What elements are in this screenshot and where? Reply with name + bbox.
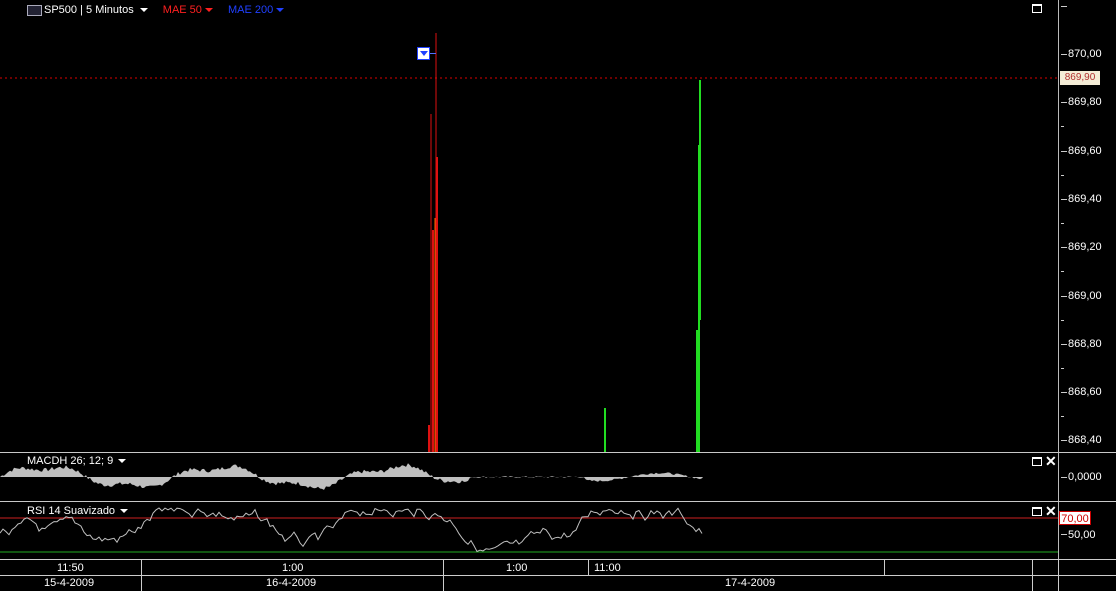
time-label: 11:00 bbox=[594, 562, 621, 574]
price-minor-tick bbox=[1061, 320, 1064, 321]
price-chart-panel[interactable]: SP500 | 5 Minutos MAE 50 MAE 200 bbox=[0, 0, 1058, 452]
price-tick-label: 869,80 bbox=[1068, 96, 1102, 108]
marker-connector bbox=[430, 53, 436, 54]
price-minor-tick bbox=[1061, 223, 1064, 224]
rsi-plot bbox=[0, 507, 1058, 553]
price-minor-tick bbox=[1061, 271, 1064, 272]
price-minor-tick bbox=[1061, 126, 1064, 127]
price-tick-mark bbox=[1061, 440, 1067, 441]
maximize-panel-icon[interactable] bbox=[1032, 507, 1042, 516]
rsi-mid-label: 50,00 bbox=[1068, 529, 1096, 541]
macd-tick-label: 0,0000 bbox=[1068, 471, 1102, 483]
price-tick-label: 869,00 bbox=[1068, 290, 1102, 302]
price-tick-label: 869,40 bbox=[1068, 193, 1102, 205]
time-label: 1:00 bbox=[282, 562, 304, 574]
rsi-tick-mark bbox=[1061, 534, 1067, 535]
macd-panel[interactable]: MACDH 26; 12; 9 ✕ bbox=[0, 453, 1058, 501]
order-marker-icon[interactable] bbox=[417, 47, 430, 60]
price-minor-tick bbox=[1061, 175, 1064, 176]
macd-histogram bbox=[0, 463, 703, 490]
rsi-panel[interactable]: RSI 14 Suavizado ✕ bbox=[0, 502, 1058, 559]
date-label: 16-4-2009 bbox=[266, 577, 317, 589]
time-axis[interactable]: 11:50 1:00 1:00 11:00 15-4-2009 16-4-200… bbox=[0, 559, 1116, 591]
rsi-upper-tag: 70,00 bbox=[1059, 511, 1091, 525]
date-label: 15-4-2009 bbox=[44, 577, 95, 589]
close-icon[interactable]: ✕ bbox=[1045, 504, 1057, 518]
price-plot bbox=[0, 33, 1058, 452]
price-axis[interactable] bbox=[1058, 0, 1116, 452]
price-tick-mark bbox=[1061, 102, 1067, 103]
macd-tick-mark bbox=[1061, 477, 1067, 478]
time-label: 1:00 bbox=[506, 562, 528, 574]
price-minor-tick bbox=[1061, 416, 1064, 417]
price-tick-mark bbox=[1061, 199, 1067, 200]
maximize-panel-icon[interactable] bbox=[1032, 4, 1042, 13]
price-tick-mark bbox=[1061, 344, 1067, 345]
price-tick-mark bbox=[1061, 151, 1067, 152]
price-tick-label: 868,60 bbox=[1068, 386, 1102, 398]
price-tick-mark bbox=[1061, 247, 1067, 248]
date-label: 17-4-2009 bbox=[725, 577, 776, 589]
price-tick-mark bbox=[1061, 296, 1067, 297]
price-tick-label: 868,40 bbox=[1068, 434, 1102, 446]
price-tick-mark bbox=[1061, 392, 1067, 393]
price-minor-tick bbox=[1061, 368, 1064, 369]
close-icon[interactable]: ✕ bbox=[1045, 454, 1057, 468]
current-price-tag: 869,90 bbox=[1060, 71, 1100, 85]
price-tick-label: 868,80 bbox=[1068, 338, 1102, 350]
price-tick-mark bbox=[1061, 54, 1067, 55]
maximize-panel-icon[interactable] bbox=[1032, 457, 1042, 466]
price-tick-label: 870,00 bbox=[1068, 48, 1102, 60]
price-tick-label: 869,60 bbox=[1068, 145, 1102, 157]
time-label: 11:50 bbox=[57, 562, 84, 574]
price-minor-tick bbox=[1061, 6, 1067, 7]
price-tick-label: 869,20 bbox=[1068, 241, 1102, 253]
